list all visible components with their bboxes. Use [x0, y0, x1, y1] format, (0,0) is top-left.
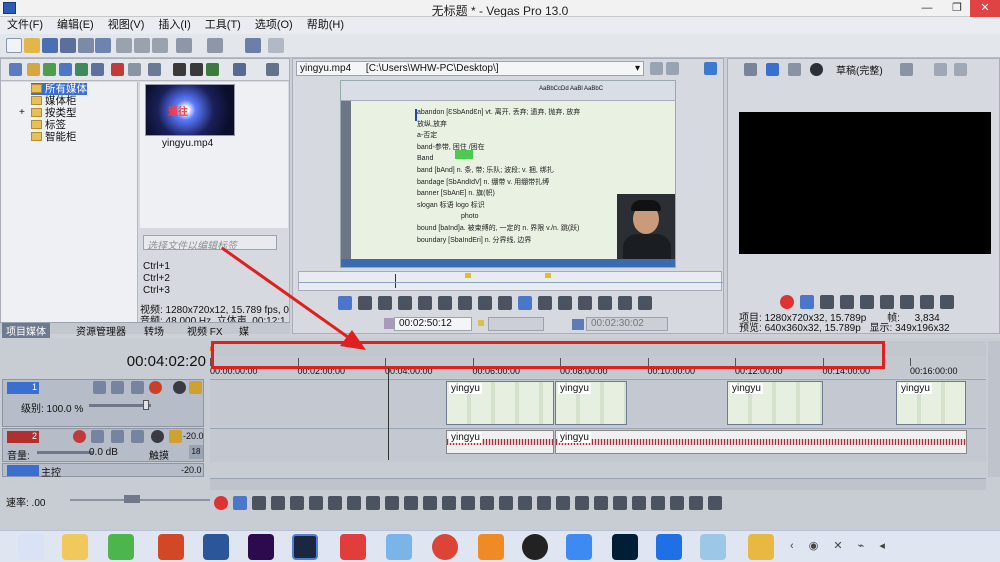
go-start-icon[interactable]: [328, 496, 342, 510]
arm-record-icon[interactable]: [73, 430, 86, 443]
horizontal-scrollbar[interactable]: [210, 478, 986, 490]
start-search-icon[interactable]: [18, 534, 44, 560]
video-clip-label: yingyu: [730, 383, 763, 394]
audio-clip[interactable]: yingyu: [446, 430, 554, 454]
rate-slider-thumb[interactable]: [124, 495, 140, 503]
word-icon[interactable]: [203, 534, 229, 560]
powerpoint-icon[interactable]: [158, 534, 184, 560]
video-clip-label: yingyu: [899, 383, 932, 394]
master-label: 主控: [41, 468, 61, 479]
auto-crossfade-icon[interactable]: [689, 496, 703, 510]
vertical-scrollbar[interactable]: [988, 341, 1000, 477]
stop-icon[interactable]: [309, 496, 323, 510]
qq-icon[interactable]: [522, 534, 548, 560]
premiere-icon[interactable]: [248, 534, 274, 560]
marker-icon[interactable]: [613, 496, 627, 510]
playhead-line[interactable]: [388, 368, 389, 460]
wechat-icon[interactable]: [108, 534, 134, 560]
app-icon[interactable]: [700, 534, 726, 560]
level-slider-thumb[interactable]: [143, 400, 149, 410]
video-track-number: 1: [7, 382, 39, 394]
arrow-shaft: [221, 246, 353, 342]
track-settings-icon[interactable]: [149, 381, 162, 394]
volume-value: 0.0 dB: [89, 447, 118, 458]
auto-ripple-icon[interactable]: [594, 496, 608, 510]
solo-icon[interactable]: [189, 381, 202, 394]
video-clip-label: yingyu: [449, 383, 482, 394]
audio-meter-db: -20.0: [183, 431, 204, 441]
browser-icon[interactable]: [478, 534, 504, 560]
video-clip[interactable]: yingyu: [446, 381, 554, 425]
envelope-edit-icon[interactable]: [423, 496, 437, 510]
file-explorer-icon[interactable]: [62, 534, 88, 560]
normal-edit-icon[interactable]: [404, 496, 418, 510]
photoshop-icon[interactable]: [612, 534, 638, 560]
lock-icon[interactable]: [575, 496, 589, 510]
region-icon[interactable]: [632, 496, 646, 510]
audio-solo-icon[interactable]: [169, 430, 182, 443]
notes-icon[interactable]: [748, 534, 774, 560]
level-slider[interactable]: [89, 404, 151, 407]
master-color: [7, 465, 39, 476]
video-level: 级别: 100.0 %: [21, 404, 84, 415]
rate-slider[interactable]: [70, 499, 210, 501]
go-end-icon[interactable]: [347, 496, 361, 510]
feishu-icon[interactable]: [566, 534, 592, 560]
snap-icon[interactable]: [651, 496, 665, 510]
post-edit-icon[interactable]: [708, 496, 722, 510]
audio-mute-icon[interactable]: [151, 430, 164, 443]
next-frame-icon[interactable]: [385, 496, 399, 510]
prev-frame-icon[interactable]: [366, 496, 380, 510]
cloud-icon[interactable]: [386, 534, 412, 560]
pan-mode[interactable]: 触摸: [149, 447, 169, 462]
timeline-transport: [214, 496, 734, 512]
audio-clip-label: yingyu: [449, 432, 482, 443]
play-from-start-icon[interactable]: [252, 496, 266, 510]
video-clip[interactable]: yingyu: [896, 381, 966, 425]
vegas-taskbar-icon[interactable]: [292, 534, 318, 560]
mute-icon[interactable]: [173, 381, 186, 394]
audio-track-number: 2: [7, 431, 39, 443]
loop-playback-icon[interactable]: [233, 496, 247, 510]
audio-clip[interactable]: yingyu: [555, 430, 967, 454]
volume-slider[interactable]: [37, 451, 93, 454]
video-clip-label: yingyu: [558, 383, 591, 394]
audio-clip-label: yingyu: [558, 432, 591, 443]
trim-icon[interactable]: [499, 496, 513, 510]
track-fx-icon[interactable]: [93, 381, 106, 394]
system-tray-icons[interactable]: ‹ ◉ ✕ ⌁ ◂: [790, 539, 891, 552]
audio-track-header[interactable]: 2 -20.0 音量: 0.0 dB 触摸 18: [2, 428, 204, 462]
trim-start-icon[interactable]: [518, 496, 532, 510]
windows-taskbar: ‹ ◉ ✕ ⌁ ◂: [0, 530, 1000, 562]
video-clip[interactable]: yingyu: [727, 381, 823, 425]
play-icon[interactable]: [271, 496, 285, 510]
master-bus-header[interactable]: 主控 -20.0: [2, 463, 204, 479]
track-motion-icon[interactable]: [111, 381, 124, 394]
invert-phase-icon[interactable]: [111, 430, 124, 443]
trim-end-icon[interactable]: [537, 496, 551, 510]
composite-icon[interactable]: [131, 381, 144, 394]
wps-icon[interactable]: [340, 534, 366, 560]
waveform: [556, 439, 966, 445]
zoom-edit-icon[interactable]: [461, 496, 475, 510]
video-track-header[interactable]: 1 级别: 100.0 %: [2, 379, 204, 427]
split-icon[interactable]: [556, 496, 570, 510]
pause-icon[interactable]: [290, 496, 304, 510]
rate-label: 速率: .00: [6, 498, 46, 509]
chrome-icon[interactable]: [432, 534, 458, 560]
video-clip[interactable]: yingyu: [555, 381, 627, 425]
audio-settings-icon[interactable]: [131, 430, 144, 443]
audio-fx-icon[interactable]: [91, 430, 104, 443]
selection-edit-icon[interactable]: [442, 496, 456, 510]
quantize-icon[interactable]: [670, 496, 684, 510]
delete-icon[interactable]: [480, 496, 494, 510]
record-icon[interactable]: [214, 496, 228, 510]
wps-cloud-icon[interactable]: [656, 534, 682, 560]
volume-label: 音量:: [7, 451, 30, 462]
audio-meter-mark: 18: [189, 445, 203, 459]
master-db: -20.0: [181, 465, 202, 475]
